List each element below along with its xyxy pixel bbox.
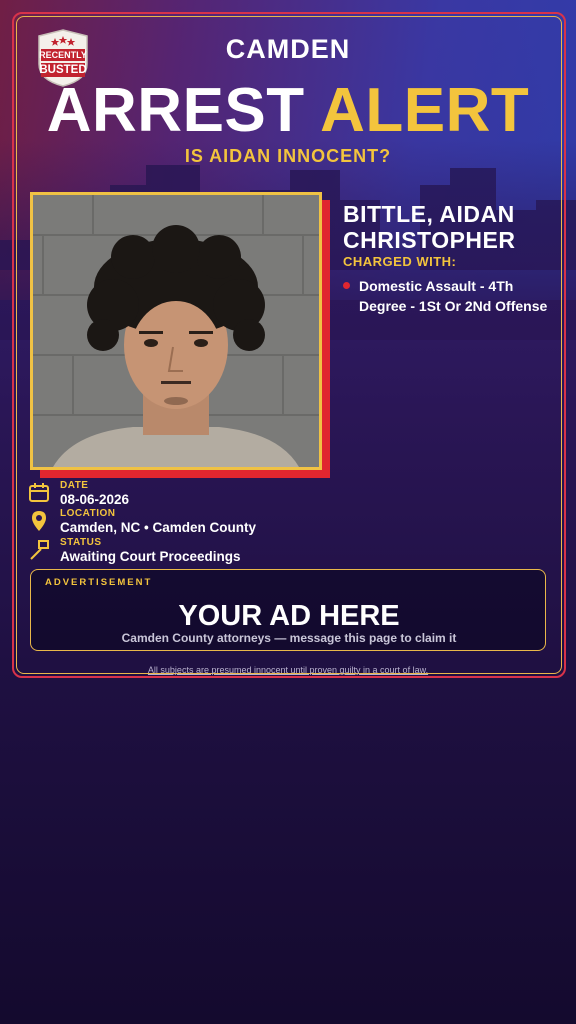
bullet-icon [343,282,350,289]
ad-label: ADVERTISEMENT [45,577,153,588]
status-label: STATUS [60,537,102,548]
status-value: Awaiting Court Proceedings [60,549,241,564]
subject-name: BITTLE, AIDAN CHRISTOPHER [343,201,563,253]
location-value: Camden, NC • Camden County [60,520,256,535]
city-title: CAMDEN [225,34,351,64]
mugshot-photo [30,192,322,470]
headline-word-arrest: ARREST [46,76,305,145]
calendar-icon [29,483,49,502]
ad-subtitle: Camden County attorneys — message this p… [121,631,457,645]
location-label: LOCATION [60,508,116,519]
charged-with-label: CHARGED WITH: [343,254,457,269]
charge-text: Domestic Assault - 4Th Degree - 1St Or 2… [359,278,548,314]
arrest-alert-headline: ARREST ALERT [0,78,576,144]
subject-name-line1: BITTLE, AIDAN [343,201,515,227]
location-pin-icon [32,511,46,531]
date-label: DATE [60,480,89,491]
date-value: 08-06-2026 [60,492,130,507]
advertisement-box[interactable]: ADVERTISEMENT YOUR AD HERE Camden County… [30,569,546,651]
subject-name-line2: CHRISTOPHER [343,227,516,253]
status-row: STATUS Awaiting Court Proceedings [28,537,428,565]
headline-word-alert: ALERT [320,76,530,145]
location-row: LOCATION Camden, NC • Camden County [28,508,428,536]
date-row: DATE 08-06-2026 [28,480,428,508]
logo-text-busted: BUSTED [39,64,87,76]
gavel-icon [30,540,49,560]
disclaimer-text: All subjects are presumed innocent until… [147,665,429,675]
ad-title: YOUR AD HERE [178,600,400,632]
headline-question: IS AIDAN INNOCENT? [184,146,392,166]
